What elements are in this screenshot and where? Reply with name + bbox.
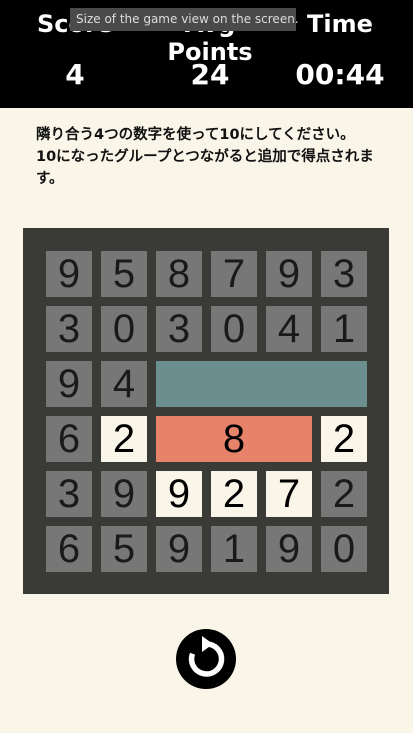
board-cell[interactable]: 6 <box>46 526 92 572</box>
board-cell[interactable]: 2 <box>211 471 257 517</box>
board-cell[interactable]: 0 <box>211 306 257 352</box>
board-cell[interactable]: 7 <box>266 471 312 517</box>
board-cell[interactable]: 1 <box>321 306 367 352</box>
time-value: 00:44 <box>295 58 385 91</box>
board-cell[interactable]: 1 <box>211 526 257 572</box>
board-cell[interactable]: 9 <box>46 251 92 297</box>
board-cell[interactable]: 9 <box>266 251 312 297</box>
board-cell[interactable]: 5 <box>101 526 147 572</box>
tooltip: Size of the game view on the screen. <box>70 8 299 31</box>
average-value: 24 <box>190 58 230 91</box>
board-cell[interactable]: 3 <box>46 471 92 517</box>
reset-button[interactable] <box>176 629 236 689</box>
board-cell[interactable]: 4 <box>266 306 312 352</box>
board-cell[interactable]: 3 <box>321 251 367 297</box>
board-cell[interactable]: 3 <box>46 306 92 352</box>
instruction-line-1: 隣り合う4つの数字を使って10にしてください。 <box>36 127 355 143</box>
board-cell[interactable]: 9 <box>156 526 202 572</box>
board-cell[interactable]: 9 <box>46 361 92 407</box>
time-label: Time <box>307 10 373 38</box>
board-cell[interactable]: 6 <box>46 416 92 462</box>
board-cell[interactable]: 0 <box>101 306 147 352</box>
restart-icon <box>188 636 225 677</box>
score-value: 4 <box>65 58 85 91</box>
board-cell[interactable]: 2 <box>101 416 147 462</box>
game-board: 958793303041946223992726591908 <box>23 228 389 594</box>
merged-group-red[interactable]: 8 <box>156 416 312 462</box>
board-cell[interactable]: 0 <box>321 526 367 572</box>
board-cell[interactable]: 7 <box>211 251 257 297</box>
instructions: 隣り合う4つの数字を使って10にしてください。 10になったグループとつながると… <box>36 124 376 190</box>
board-cell[interactable]: 5 <box>101 251 147 297</box>
board-cell[interactable]: 9 <box>101 471 147 517</box>
board-cell[interactable]: 9 <box>156 471 202 517</box>
board-cell[interactable]: 9 <box>266 526 312 572</box>
board-cell[interactable]: 4 <box>101 361 147 407</box>
board-cell[interactable]: 8 <box>156 251 202 297</box>
board-cell[interactable]: 2 <box>321 416 367 462</box>
merged-group-teal[interactable] <box>156 361 367 407</box>
board-cell[interactable]: 2 <box>321 471 367 517</box>
board-cell[interactable]: 3 <box>156 306 202 352</box>
instruction-line-2: 10になったグループとつながると追加で得点されます。 <box>36 149 374 187</box>
